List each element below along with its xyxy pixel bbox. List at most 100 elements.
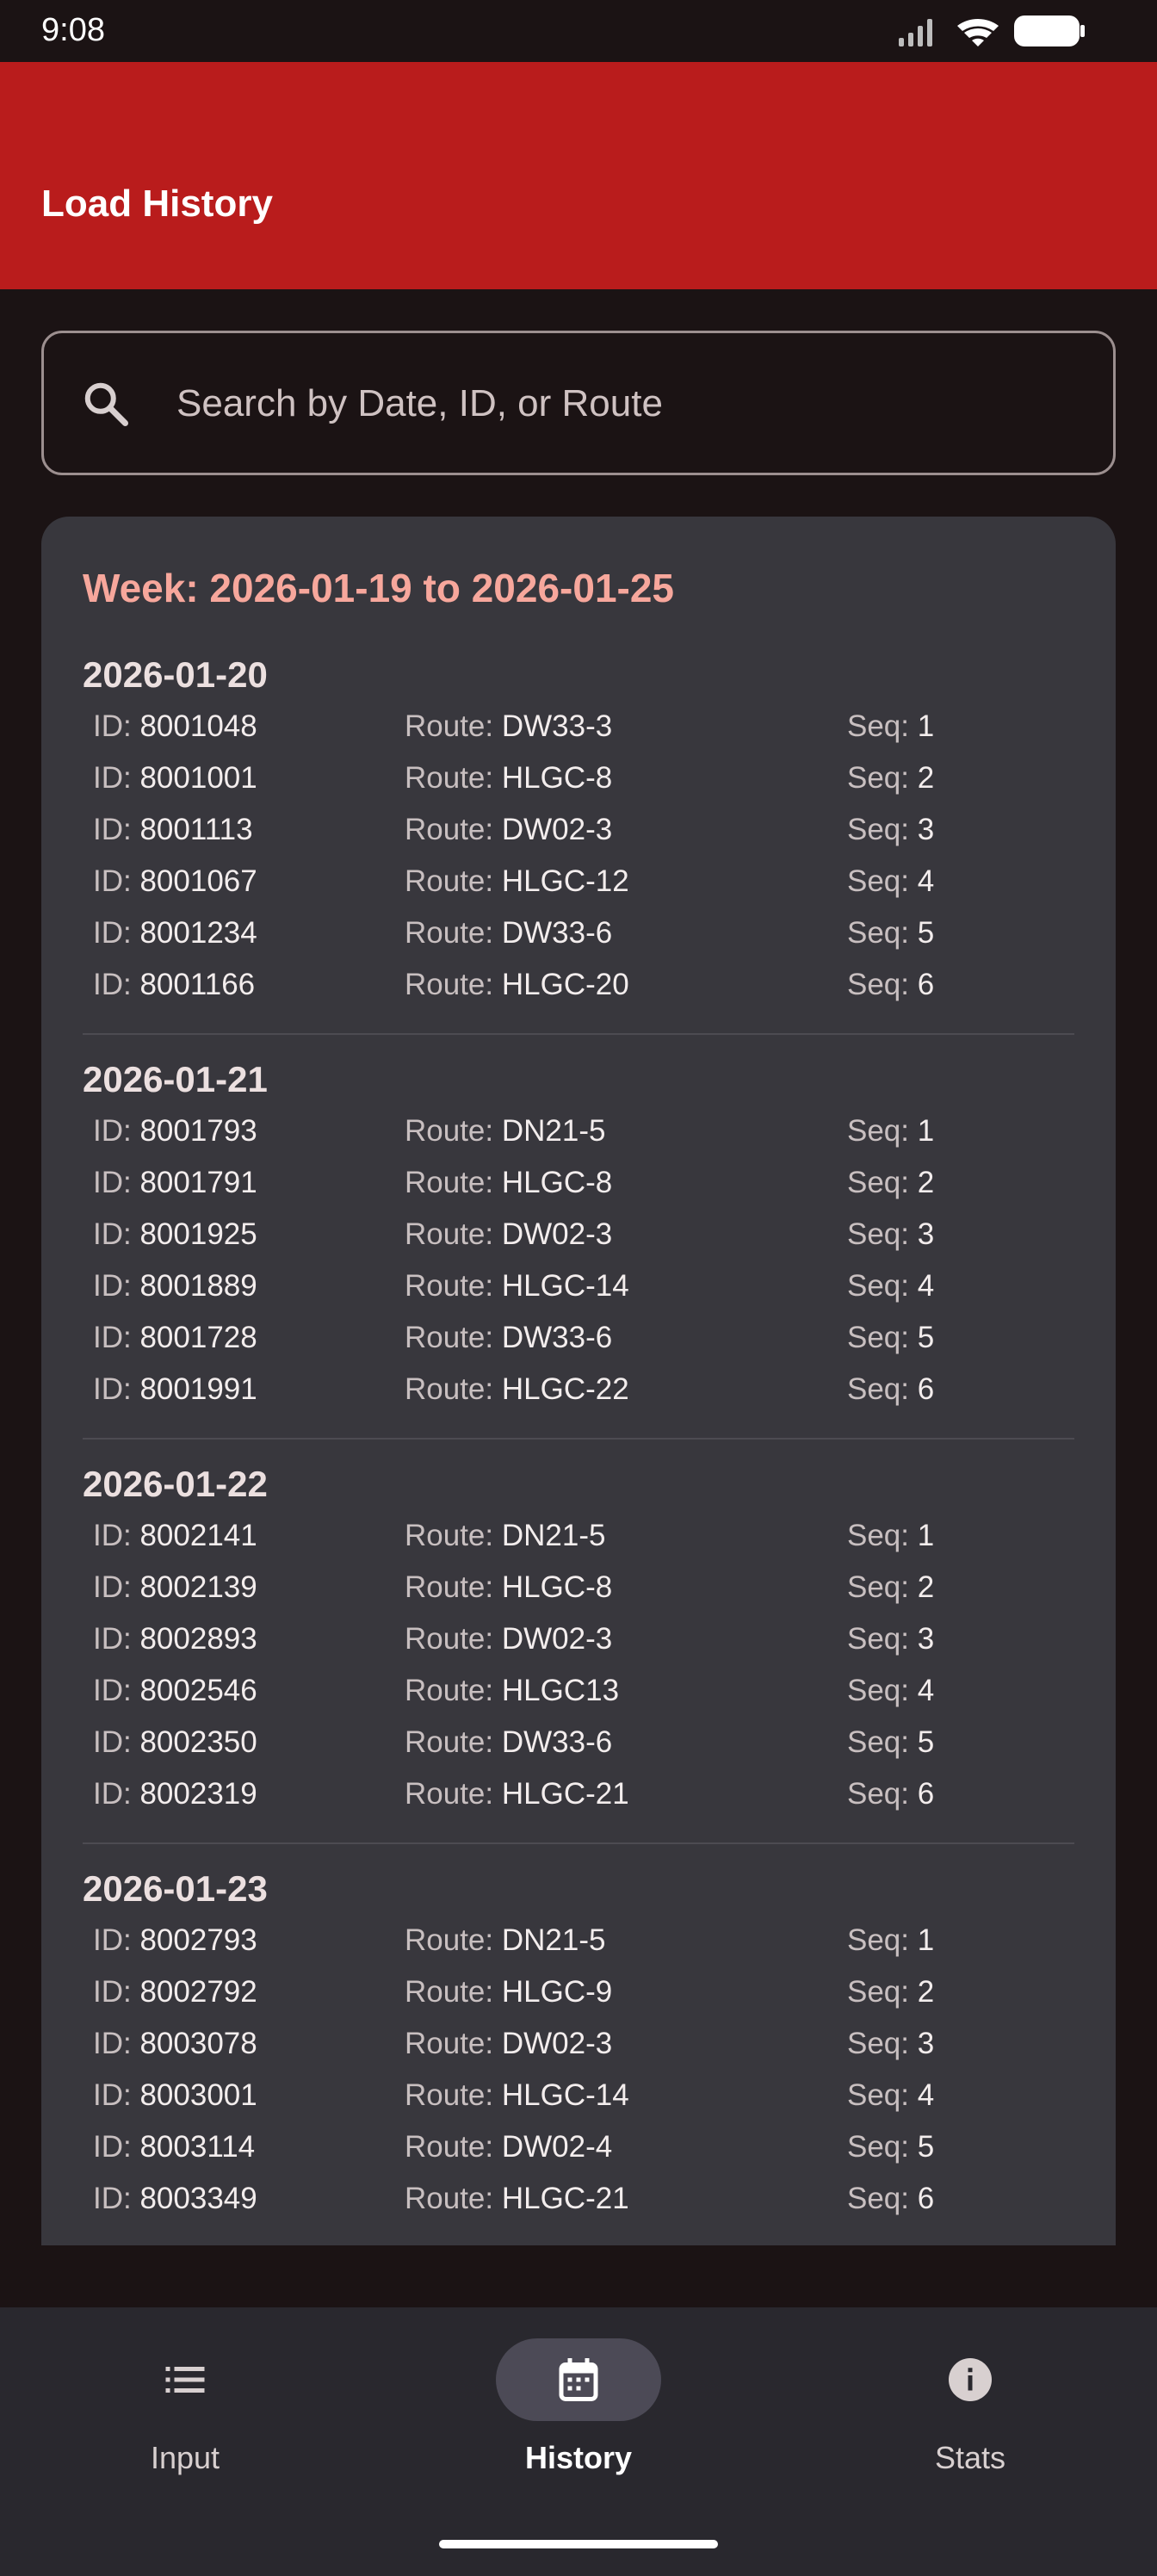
app-bar: Load History bbox=[0, 62, 1157, 289]
status-icons bbox=[899, 14, 1086, 53]
load-id-label: ID: bbox=[93, 1777, 132, 1811]
load-row[interactable]: ID: 8002793 Route: DN21-5 Seq: 1 bbox=[41, 1923, 1116, 1975]
load-route: Route: HLGC-20 bbox=[405, 968, 629, 1002]
search-bar[interactable] bbox=[41, 331, 1116, 475]
nav-item-history[interactable]: History bbox=[449, 2338, 708, 2511]
day-group: 2026-01-23 ID: 8002793 Route: DN21-5 Seq: 1… bbox=[41, 1868, 1116, 2245]
load-row[interactable]: ID: 8003114 Route: DW02-4 Seq: 5 bbox=[41, 2130, 1116, 2182]
load-row[interactable]: ID: 8001991 Route: HLGC-22 Seq: 6 bbox=[41, 1372, 1116, 1424]
load-id: ID: 8001113 bbox=[93, 813, 253, 847]
day-divider bbox=[83, 1842, 1074, 1844]
load-seq-label: Seq: bbox=[847, 813, 909, 846]
load-seq-value: 4 bbox=[917, 1674, 935, 1707]
load-seq-label: Seq: bbox=[847, 2130, 909, 2164]
load-id-value: 8001728 bbox=[139, 1321, 257, 1354]
load-row[interactable]: ID: 8002350 Route: DW33-6 Seq: 5 bbox=[41, 1725, 1116, 1777]
load-row[interactable]: ID: 8002319 Route: HLGC-21 Seq: 6 bbox=[41, 1777, 1116, 1829]
week-card: Week: 2026-01-19 to 2026-01-25 2026-01-2… bbox=[41, 517, 1116, 2245]
load-row[interactable]: ID: 8001001 Route: HLGC-8 Seq: 2 bbox=[41, 761, 1116, 813]
load-seq-value: 6 bbox=[917, 1777, 935, 1811]
load-route-label: Route: bbox=[405, 1674, 494, 1707]
nav-item-input[interactable]: Input bbox=[56, 2338, 314, 2511]
load-row[interactable]: ID: 8001166 Route: HLGC-20 Seq: 6 bbox=[41, 968, 1116, 1019]
load-seq-value: 1 bbox=[917, 1923, 935, 1957]
load-id-value: 8002793 bbox=[139, 1923, 257, 1957]
day-date: 2026-01-20 bbox=[83, 654, 268, 695]
load-seq: Seq: 4 bbox=[847, 1269, 934, 1303]
load-id: ID: 8001166 bbox=[93, 968, 255, 1002]
load-route-label: Route: bbox=[405, 761, 494, 795]
load-id: ID: 8002792 bbox=[93, 1975, 257, 2009]
search-input[interactable] bbox=[176, 368, 1072, 440]
load-id: ID: 8001991 bbox=[93, 1372, 257, 1407]
load-id-label: ID: bbox=[93, 709, 132, 743]
load-row[interactable]: ID: 8001048 Route: DW33-3 Seq: 1 bbox=[41, 709, 1116, 761]
load-route-label: Route: bbox=[405, 1725, 494, 1759]
load-row[interactable]: ID: 8002893 Route: DW02-3 Seq: 3 bbox=[41, 1622, 1116, 1674]
load-route-label: Route: bbox=[405, 2130, 494, 2164]
load-id-label: ID: bbox=[93, 2027, 132, 2060]
load-id-label: ID: bbox=[93, 2078, 132, 2112]
load-row[interactable]: ID: 8002546 Route: HLGC13 Seq: 4 bbox=[41, 1674, 1116, 1725]
load-id-value: 8002792 bbox=[139, 1975, 257, 2009]
load-route-label: Route: bbox=[405, 1570, 494, 1604]
load-row[interactable]: ID: 8001925 Route: DW02-3 Seq: 3 bbox=[41, 1217, 1116, 1269]
load-seq-value: 6 bbox=[917, 2182, 935, 2215]
load-id: ID: 8002893 bbox=[93, 1622, 257, 1656]
load-seq-value: 2 bbox=[917, 1975, 935, 2009]
load-seq-value: 3 bbox=[917, 1622, 935, 1656]
load-seq: Seq: 5 bbox=[847, 1725, 934, 1760]
load-row[interactable]: ID: 8001793 Route: DN21-5 Seq: 1 bbox=[41, 1114, 1116, 1166]
load-seq-label: Seq: bbox=[847, 1217, 909, 1251]
load-row[interactable]: ID: 8001728 Route: DW33-6 Seq: 5 bbox=[41, 1321, 1116, 1372]
load-route-value: DN21-5 bbox=[501, 1519, 606, 1552]
home-indicator[interactable] bbox=[439, 2540, 718, 2548]
load-id-value: 8001791 bbox=[139, 1166, 257, 1199]
load-id-label: ID: bbox=[93, 2130, 132, 2164]
load-row[interactable]: ID: 8001791 Route: HLGC-8 Seq: 2 bbox=[41, 1166, 1116, 1217]
load-seq: Seq: 5 bbox=[847, 916, 934, 951]
load-row[interactable]: ID: 8001889 Route: HLGC-14 Seq: 4 bbox=[41, 1269, 1116, 1321]
load-row[interactable]: ID: 8003349 Route: HLGC-21 Seq: 6 bbox=[41, 2182, 1116, 2233]
load-seq-value: 6 bbox=[917, 1372, 935, 1406]
load-seq: Seq: 6 bbox=[847, 2182, 934, 2216]
load-id-label: ID: bbox=[93, 968, 132, 1001]
day-date: 2026-01-22 bbox=[83, 1464, 268, 1504]
load-row[interactable]: ID: 8003078 Route: DW02-3 Seq: 3 bbox=[41, 2027, 1116, 2078]
load-route-value: HLGC-8 bbox=[501, 761, 613, 795]
load-route-value: HLGC-14 bbox=[501, 1269, 629, 1303]
load-seq-value: 2 bbox=[917, 761, 935, 795]
load-route: Route: HLGC-21 bbox=[405, 1777, 629, 1811]
load-route: Route: DW02-3 bbox=[405, 1217, 612, 1252]
nav-item-stats[interactable]: Stats bbox=[841, 2338, 1099, 2511]
load-row[interactable]: ID: 8001067 Route: HLGC-12 Seq: 4 bbox=[41, 864, 1116, 916]
load-route-label: Route: bbox=[405, 1114, 494, 1148]
load-seq: Seq: 3 bbox=[847, 1622, 934, 1656]
load-id: ID: 8003349 bbox=[93, 2182, 257, 2216]
load-route: Route: HLGC-8 bbox=[405, 1166, 612, 1200]
load-route: Route: DW02-4 bbox=[405, 2130, 612, 2164]
load-id-label: ID: bbox=[93, 864, 132, 898]
load-id: ID: 8001728 bbox=[93, 1321, 257, 1355]
page-title: Load History bbox=[41, 183, 273, 225]
load-row[interactable]: ID: 8002139 Route: HLGC-8 Seq: 2 bbox=[41, 1570, 1116, 1622]
load-row[interactable]: ID: 8001234 Route: DW33-6 Seq: 5 bbox=[41, 916, 1116, 968]
load-seq: Seq: 5 bbox=[847, 2130, 934, 2164]
load-route: Route: HLGC-9 bbox=[405, 1975, 612, 2009]
load-seq: Seq: 1 bbox=[847, 709, 934, 744]
load-route: Route: HLGC-21 bbox=[405, 2182, 629, 2216]
load-route-label: Route: bbox=[405, 1269, 494, 1303]
load-route-value: HLGC-14 bbox=[501, 2078, 629, 2112]
load-row[interactable]: ID: 8002792 Route: HLGC-9 Seq: 2 bbox=[41, 1975, 1116, 2027]
load-route-value: DW33-6 bbox=[501, 1321, 613, 1354]
load-id-value: 8003078 bbox=[139, 2027, 257, 2060]
load-route-label: Route: bbox=[405, 2027, 494, 2060]
load-id-label: ID: bbox=[93, 1519, 132, 1552]
load-id: ID: 8003078 bbox=[93, 2027, 257, 2061]
load-row[interactable]: ID: 8002141 Route: DN21-5 Seq: 1 bbox=[41, 1519, 1116, 1570]
load-row[interactable]: ID: 8003001 Route: HLGC-14 Seq: 4 bbox=[41, 2078, 1116, 2130]
load-seq-label: Seq: bbox=[847, 1777, 909, 1811]
load-route: Route: HLGC-22 bbox=[405, 1372, 629, 1407]
load-row[interactable]: ID: 8001113 Route: DW02-3 Seq: 3 bbox=[41, 813, 1116, 864]
load-id: ID: 8002141 bbox=[93, 1519, 257, 1553]
